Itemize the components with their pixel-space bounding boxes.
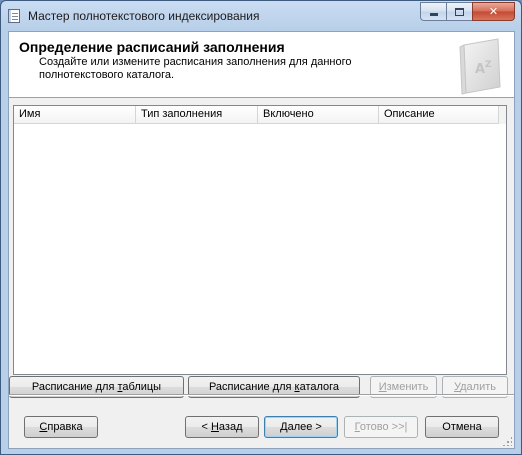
- button-label: Расписание для: [31, 381, 118, 393]
- button-label: аблицы: [122, 381, 162, 393]
- close-button[interactable]: ✕: [472, 2, 515, 21]
- accelerator-key: Д: [280, 421, 288, 433]
- grid-header-filler: [498, 106, 506, 124]
- wizard-window: Мастер полнотекстового индексирования ✕ …: [0, 0, 522, 455]
- button-label: правка: [47, 421, 83, 433]
- button-label: <: [201, 421, 211, 433]
- svg-text:Z: Z: [485, 60, 492, 70]
- footer-divider: [9, 394, 514, 396]
- page-description: Создайте или измените расписания заполне…: [39, 56, 352, 81]
- resize-grip[interactable]: [502, 436, 512, 446]
- column-header-name[interactable]: Имя: [14, 106, 136, 123]
- button-label: аталога: [299, 381, 340, 393]
- grid-header: Имя Тип заполнения Включено Описание: [14, 106, 506, 124]
- button-label: зменить: [386, 381, 429, 393]
- close-icon: ✕: [488, 6, 499, 18]
- maximize-button[interactable]: [446, 2, 472, 21]
- svg-text:A: A: [475, 62, 485, 77]
- minimize-icon: [429, 13, 438, 16]
- column-header-type[interactable]: Тип заполнения: [136, 106, 258, 123]
- button-label: Расписание для: [208, 381, 295, 393]
- window-title: Мастер полнотекстового индексирования: [28, 9, 260, 23]
- schedules-grid[interactable]: Имя Тип заполнения Включено Описание: [13, 105, 507, 375]
- form-icon: [8, 9, 20, 23]
- cancel-button[interactable]: Отмена: [425, 416, 499, 438]
- button-label: алее >: [287, 421, 322, 433]
- wizard-header: Определение расписаний заполнения Создай…: [9, 32, 514, 98]
- title-bar[interactable]: Мастер полнотекстового индексирования ✕: [1, 1, 521, 31]
- back-button[interactable]: < Назад: [185, 416, 259, 438]
- finish-button[interactable]: Готово >>|: [344, 416, 418, 438]
- next-button[interactable]: Далее >: [264, 416, 338, 438]
- button-label: далить: [460, 381, 496, 393]
- book-az-icon: A Z: [459, 38, 501, 95]
- button-label: азад: [218, 421, 243, 433]
- accelerator-key: Н: [210, 421, 219, 433]
- column-header-description[interactable]: Описание: [379, 106, 498, 123]
- page-title: Определение расписаний заполнения: [19, 39, 285, 55]
- maximize-icon: [455, 7, 464, 16]
- button-label: отово >>|: [359, 421, 408, 433]
- minimize-button[interactable]: [420, 2, 446, 21]
- wizard-body: Определение расписаний заполнения Создай…: [8, 31, 515, 449]
- accelerator-key: И: [378, 381, 387, 393]
- column-header-enabled[interactable]: Включено: [258, 106, 379, 123]
- help-button[interactable]: Справка: [24, 416, 98, 438]
- caption-buttons: ✕: [420, 2, 515, 22]
